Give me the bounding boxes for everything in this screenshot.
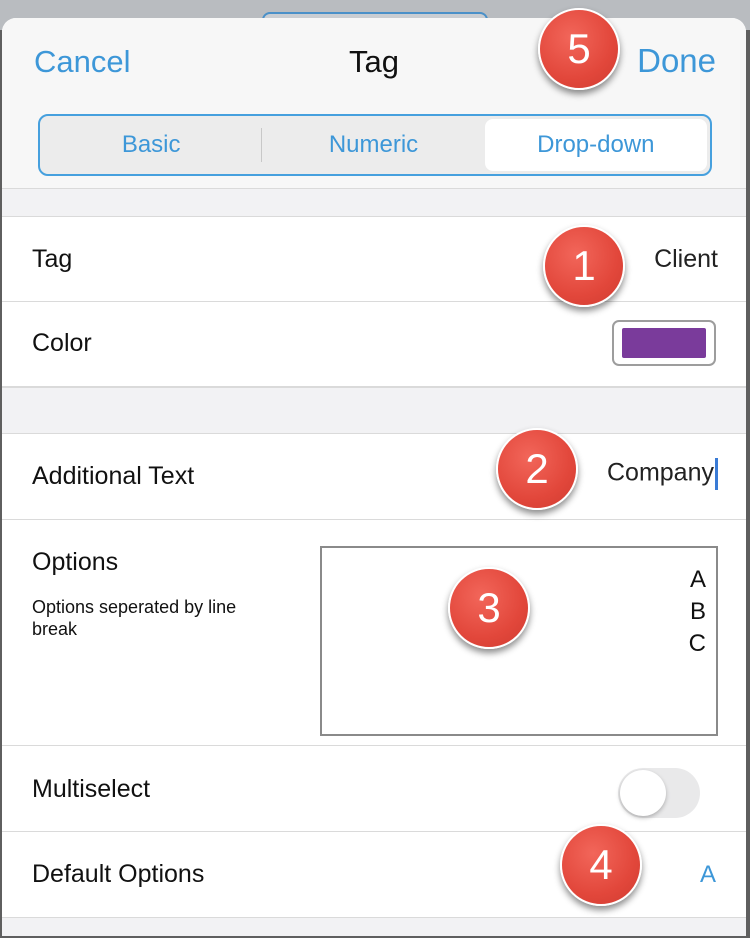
- tag-label: Tag: [32, 245, 73, 273]
- option-value: B: [689, 598, 706, 625]
- color-label: Color: [32, 329, 92, 357]
- annotation-badge-5: 5: [538, 8, 620, 90]
- annotation-badge-3: 3: [448, 567, 530, 649]
- multiselect-toggle[interactable]: [618, 768, 700, 818]
- section-gap: [2, 188, 746, 217]
- tag-type-segmented-control: Basic Numeric Drop-down: [38, 114, 712, 176]
- options-row: Options Options seperated by line break …: [2, 520, 746, 746]
- tag-editor-sheet: Tag Cancel Done Basic Numeric Drop-down …: [2, 18, 746, 936]
- default-options-value[interactable]: A: [700, 861, 716, 889]
- done-button[interactable]: Done: [637, 42, 716, 80]
- tag-row[interactable]: Tag Client: [2, 217, 746, 302]
- annotation-badge-4: 4: [560, 824, 642, 906]
- additional-text-input[interactable]: Company: [607, 458, 718, 490]
- color-swatch: [622, 328, 706, 358]
- option-value: A: [689, 566, 706, 593]
- segment-numeric[interactable]: Numeric: [262, 116, 484, 174]
- additional-text-row: Additional Text Company: [2, 434, 746, 520]
- options-textarea[interactable]: A B C: [320, 546, 718, 736]
- cancel-button[interactable]: Cancel: [34, 44, 131, 80]
- segment-drop-down[interactable]: Drop-down: [484, 119, 707, 171]
- multiselect-label: Multiselect: [32, 775, 151, 803]
- tag-value[interactable]: Client: [654, 245, 718, 274]
- additional-text-value: Company: [607, 458, 714, 487]
- options-hint: Options seperated by line break: [32, 597, 237, 639]
- multiselect-row: Multiselect: [2, 746, 746, 832]
- section-gap: [2, 387, 746, 434]
- toggle-knob: [620, 770, 666, 816]
- text-cursor: [715, 458, 718, 490]
- segment-basic[interactable]: Basic: [40, 116, 263, 174]
- annotation-badge-2: 2: [496, 428, 578, 510]
- additional-text-label: Additional Text: [32, 462, 195, 490]
- options-label: Options: [32, 548, 119, 576]
- section-gap: [2, 918, 746, 936]
- navigation-bar: Tag Cancel Done Basic Numeric Drop-down: [2, 18, 746, 188]
- options-values: A B C: [689, 564, 706, 660]
- default-options-label: Default Options: [32, 860, 205, 888]
- color-row: Color: [2, 302, 746, 387]
- color-picker-button[interactable]: [612, 320, 716, 366]
- option-value: C: [688, 630, 706, 657]
- annotation-badge-1: 1: [543, 225, 625, 307]
